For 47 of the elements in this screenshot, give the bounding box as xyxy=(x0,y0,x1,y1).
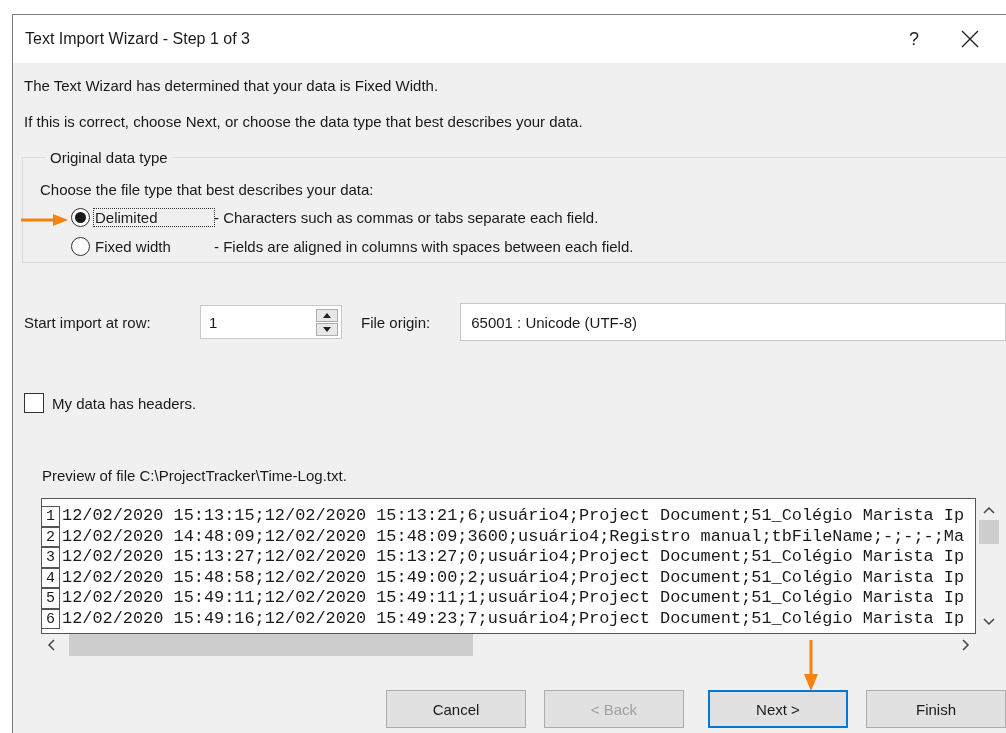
start-row-spinner[interactable]: 1 xyxy=(200,305,342,339)
dialog-button[interactable]: Cancel xyxy=(386,690,526,728)
annotation-arrow xyxy=(803,640,819,692)
preview-label: Preview of file C:\ProjectTracker\Time-Log.txt. xyxy=(42,467,348,484)
file-origin-label: File origin: xyxy=(361,313,431,331)
spin-down-button[interactable] xyxy=(316,322,338,336)
scroll-right-icon[interactable] xyxy=(962,639,970,651)
close-icon xyxy=(961,30,979,48)
line-number: 6 xyxy=(42,608,60,629)
scroll-left-icon[interactable] xyxy=(47,639,55,651)
group-title: Original data type xyxy=(49,149,169,166)
line-number: 1 xyxy=(42,506,60,527)
preview-line: 12/02/2020 15:13:27;12/02/2020 15:13:27;0;usuário4;Project Document;51_Colégio Marista Ip xyxy=(62,547,965,568)
start-row-label: Start import at row: xyxy=(24,313,152,331)
scrollbar-thumb[interactable] xyxy=(978,520,999,544)
spin-up-button[interactable] xyxy=(316,308,338,322)
preview-line: 12/02/2020 14:48:09;12/02/2020 15:48:09;3600;usuário4;Registro manual;tbFileName;-;-;-;Ma xyxy=(62,526,965,547)
down-triangle-icon xyxy=(323,326,331,332)
scroll-down-icon[interactable] xyxy=(982,618,995,626)
dialog-button[interactable]: Finish xyxy=(866,690,1006,728)
prompt-text: Choose the file type that best describes your data: xyxy=(40,181,375,198)
dialog-button[interactable]: Next > xyxy=(707,690,848,728)
option-description: - Fields are aligned in columns with spaces between each field. xyxy=(214,238,634,255)
radio-button[interactable] xyxy=(71,237,90,256)
line-number: 2 xyxy=(42,526,60,547)
file-origin-dropdown[interactable]: 65001 : Unicode (UTF-8) xyxy=(460,303,1006,341)
help-button[interactable]: ? xyxy=(894,28,934,50)
line-number: 3 xyxy=(42,547,60,568)
line-number: 5 xyxy=(42,588,60,609)
up-triangle-icon xyxy=(323,312,331,318)
line-number: 4 xyxy=(42,567,60,588)
annotation-arrow xyxy=(21,213,69,227)
radio-button[interactable] xyxy=(71,208,90,227)
scroll-up-icon[interactable] xyxy=(982,506,995,514)
preview-line: 12/02/2020 15:49:11;12/02/2020 15:49:11;1;usuário4;Project Document;51_Colégio Marista Ip xyxy=(62,588,965,609)
instruction-text: If this is correct, choose Next, or choose the data type that best describes your data. xyxy=(24,113,584,131)
checkbox-label[interactable]: My data has headers. xyxy=(52,394,197,412)
radio-label[interactable]: Delimited xyxy=(94,209,214,226)
window-title: Text Import Wizard - Step 1 of 3 xyxy=(25,30,251,48)
preview-line: 12/02/2020 15:49:16;12/02/2020 15:49:23;7;usuário4;Project Document;51_Colégio Marista Ip xyxy=(62,608,965,629)
checkbox[interactable] xyxy=(24,393,44,413)
scrollbar-thumb[interactable] xyxy=(69,634,473,656)
preview-line: 12/02/2020 15:48:58;12/02/2020 15:49:00;2;usuário4;Project Document;51_Colégio Marista Ip xyxy=(62,567,965,588)
option-description: - Characters such as commas or tabs separate each field. xyxy=(214,209,599,226)
radio-label[interactable]: Fixed width xyxy=(94,238,214,255)
instruction-text: The Text Wizard has determined that your data is Fixed Width. xyxy=(24,77,440,95)
preview-line: 12/02/2020 15:13:15;12/02/2020 15:13:21;6;usuário4;Project Document;51_Colégio Marista Ip xyxy=(62,506,965,527)
